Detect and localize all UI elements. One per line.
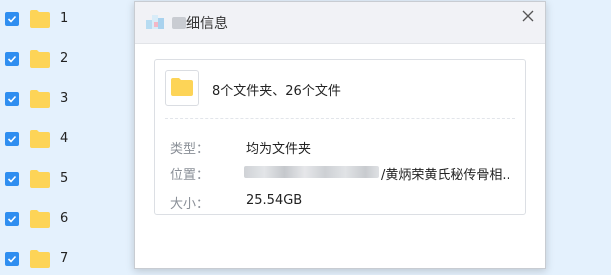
location-value[interactable]: /黄炳荣黄氏秘传骨相... (381, 164, 509, 183)
selection-summary: 8个文件夹、26个文件 (212, 84, 341, 99)
checkbox-checked-icon[interactable] (5, 52, 19, 66)
dialog-title: 细信息 (186, 16, 228, 32)
location-label: 位置： (170, 168, 210, 183)
divider (165, 118, 515, 119)
dialog-header: 细信息 (135, 2, 545, 44)
app-icon (146, 15, 164, 29)
folder-icon (30, 210, 50, 228)
list-item-name: 7 (60, 251, 69, 266)
folder-icon (30, 50, 50, 68)
checkbox-checked-icon[interactable] (5, 172, 19, 186)
folder-icon (30, 250, 50, 268)
type-value: 均为文件夹 (246, 142, 312, 157)
folder-icon (171, 78, 193, 96)
list-item-name: 6 (60, 211, 69, 226)
folder-icon (30, 10, 50, 28)
list-item-name: 1 (60, 11, 69, 26)
checkbox-checked-icon[interactable] (5, 212, 19, 226)
checkbox-checked-icon[interactable] (5, 252, 19, 266)
close-button[interactable] (518, 6, 538, 26)
folder-thumbnail (165, 70, 199, 106)
file-manager: 1 2 3 4 5 6 7 细信息 8个文件夹、26个文件 类型： 均为文件夹 … (0, 0, 611, 275)
list-item-name: 2 (60, 51, 69, 66)
folder-icon (30, 170, 50, 188)
folder-icon (30, 90, 50, 108)
checkbox-checked-icon[interactable] (5, 12, 19, 26)
list-item-name: 4 (60, 131, 69, 146)
list-item-name: 5 (60, 171, 69, 186)
folder-icon (30, 130, 50, 148)
details-card: 8个文件夹、26个文件 类型： 均为文件夹 位置： /黄炳荣黄氏秘传骨相... … (154, 59, 526, 215)
size-value: 25.54GB (246, 193, 303, 208)
close-icon (522, 10, 534, 22)
size-label: 大小： (170, 197, 210, 212)
list-item-name: 3 (60, 91, 69, 106)
location-redaction (244, 166, 379, 178)
title-redaction (172, 17, 186, 29)
details-dialog: 细信息 8个文件夹、26个文件 类型： 均为文件夹 位置： /黄炳荣黄氏秘传骨相… (134, 1, 546, 269)
checkbox-checked-icon[interactable] (5, 92, 19, 106)
checkbox-checked-icon[interactable] (5, 132, 19, 146)
type-label: 类型： (170, 142, 210, 157)
